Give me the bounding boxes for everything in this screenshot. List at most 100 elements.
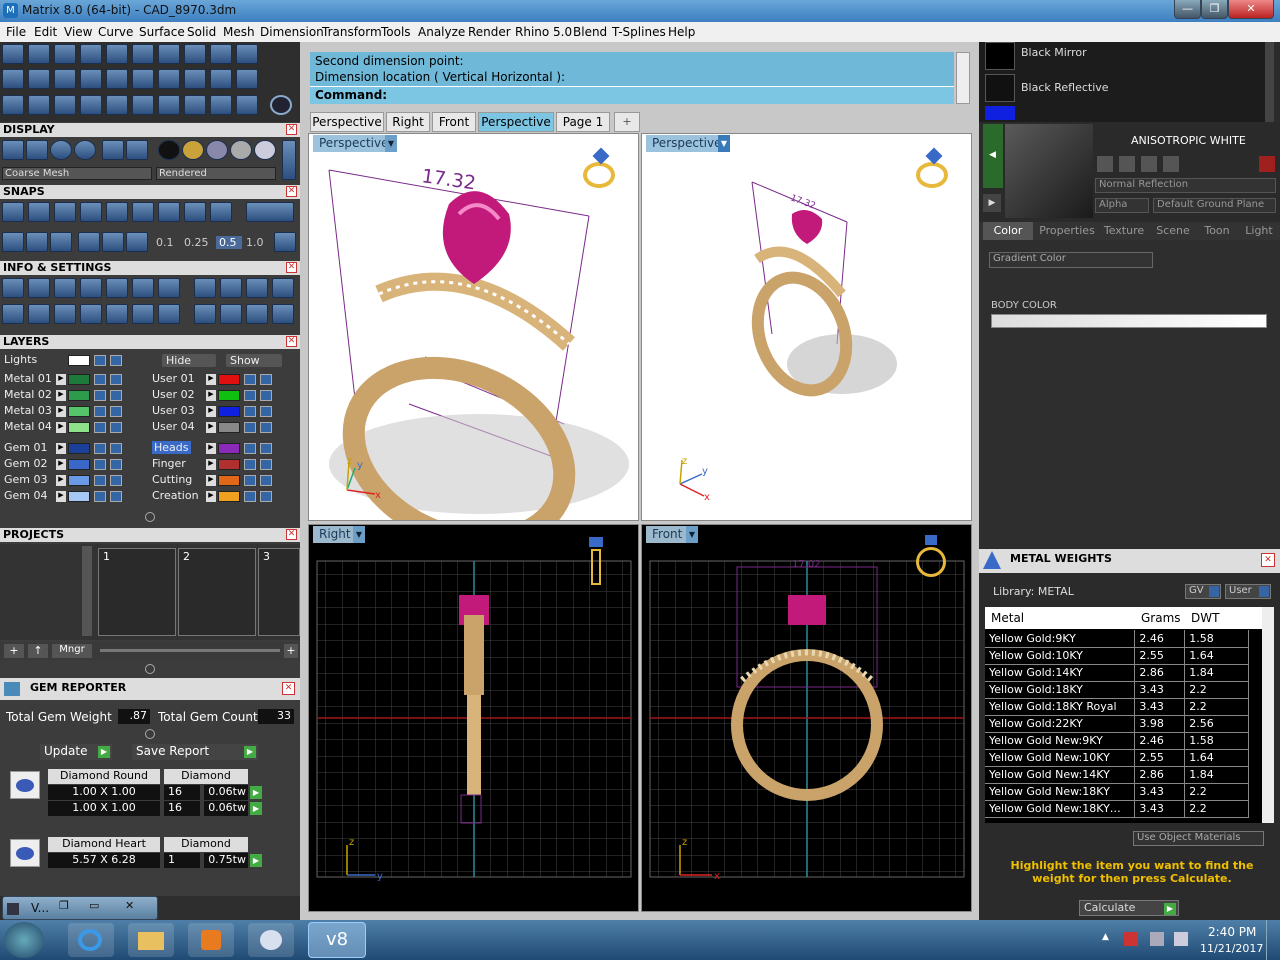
snap-value-0[interactable]: 0.1 — [156, 236, 182, 249]
expand-icon[interactable]: ▶ — [206, 390, 216, 401]
lock-icon[interactable] — [94, 422, 106, 433]
material-scrollbar[interactable] — [1265, 42, 1274, 122]
shank-tool-icon[interactable] — [54, 69, 76, 89]
export-icon[interactable] — [246, 278, 268, 298]
revolve-tool-icon[interactable] — [158, 44, 180, 64]
snap-mid-icon[interactable] — [80, 202, 102, 222]
tab-perspective[interactable]: Perspective — [310, 112, 384, 132]
gem-row[interactable]: 1.00 X 1.00 16 0.06tw ▶ — [48, 785, 262, 800]
play-icon[interactable]: ▶ — [250, 786, 262, 799]
visibility-icon[interactable] — [110, 406, 122, 417]
menu-tools[interactable]: Tools — [381, 25, 411, 39]
close-icon[interactable]: ✕ — [286, 529, 297, 540]
metal-row[interactable]: Yellow Gold:18KY 3.43 2.2 — [985, 681, 1249, 699]
projects-collapse-handle[interactable] — [145, 664, 155, 674]
gem-collapse-handle[interactable] — [145, 729, 155, 739]
tab-right[interactable]: Right — [386, 112, 430, 132]
hide-button[interactable]: Hide — [162, 354, 216, 367]
tab-scene[interactable]: Scene — [1151, 222, 1195, 240]
gold-material-icon[interactable] — [182, 140, 204, 160]
visibility-icon[interactable] — [110, 355, 122, 366]
layer-color-swatch[interactable] — [68, 491, 90, 502]
menu-blend[interactable]: Blend — [573, 25, 607, 39]
wireframe-icon[interactable] — [2, 140, 24, 160]
viewport-front[interactable]: Front ▼ 17.02 z x — [641, 524, 972, 912]
close-icon[interactable]: ✕ — [286, 186, 297, 197]
notes-icon[interactable] — [132, 278, 154, 298]
save-material-icon[interactable] — [1097, 156, 1113, 172]
project-slot-1[interactable]: 1 — [98, 548, 176, 636]
gem-tool-icon[interactable] — [2, 69, 24, 89]
layer-row[interactable]: Creation ▶ — [152, 489, 292, 504]
close-icon[interactable]: ✕ — [286, 262, 297, 273]
grid-toggle-icon[interactable] — [274, 232, 296, 252]
snap-value-3[interactable]: 1.0 — [246, 236, 272, 249]
layer-color-swatch[interactable] — [68, 459, 90, 470]
lock-icon[interactable] — [94, 390, 106, 401]
black-reflective-swatch[interactable] — [985, 74, 1015, 102]
ring-side-icon[interactable] — [587, 535, 607, 585]
expand-icon[interactable]: ▶ — [56, 491, 66, 502]
black-mirror-swatch[interactable] — [985, 42, 1015, 70]
prong-tool-icon[interactable] — [106, 69, 128, 89]
layer-row[interactable]: Gem 01 ▶ — [4, 441, 138, 456]
metal-row[interactable]: Yellow Gold New:18KY… 3.43 2.2 — [985, 800, 1249, 818]
environment-icon[interactable] — [102, 140, 124, 160]
ground-plane-select[interactable]: Default Ground Plane — [1153, 198, 1276, 213]
visibility-icon[interactable] — [260, 406, 272, 417]
white-material-icon[interactable] — [254, 140, 276, 160]
snap-perp-icon[interactable] — [158, 202, 180, 222]
snap-point-icon[interactable] — [54, 202, 76, 222]
volume-icon[interactable] — [1174, 932, 1188, 946]
explorer-icon[interactable] — [128, 923, 174, 957]
shaded-sphere-icon[interactable] — [50, 140, 72, 160]
arc-tool-icon[interactable] — [28, 95, 50, 115]
point-tool-icon[interactable] — [54, 44, 76, 64]
hatch-icon[interactable] — [78, 232, 100, 252]
expand-icon[interactable]: ▶ — [56, 390, 66, 401]
lock-icon[interactable] — [94, 443, 106, 454]
copy-material-icon[interactable] — [1119, 156, 1135, 172]
menu-edit[interactable]: Edit — [34, 25, 57, 39]
layer-row[interactable]: Metal 04 ▶ — [4, 420, 138, 435]
layer-color-swatch[interactable] — [218, 475, 240, 486]
history-icon[interactable] — [220, 278, 242, 298]
lock-icon[interactable] — [244, 374, 256, 385]
layer-row[interactable]: User 01 ▶ — [152, 372, 292, 387]
metal-row[interactable]: Yellow Gold New:9KY 2.46 1.58 — [985, 732, 1249, 750]
layer-row[interactable]: Gem 04 ▶ — [4, 489, 138, 504]
snap-value-2[interactable]: 0.5 — [216, 236, 242, 249]
expand-icon[interactable]: ▶ — [206, 491, 216, 502]
layers-icon[interactable] — [54, 278, 76, 298]
restore-icon[interactable]: ❐ — [59, 899, 69, 912]
silver-material-icon[interactable] — [230, 140, 252, 160]
cylinder-tool-icon[interactable] — [210, 44, 232, 64]
layer-color-swatch[interactable] — [68, 422, 90, 433]
gem-row[interactable]: 1.00 X 1.00 16 0.06tw ▶ — [48, 801, 262, 816]
play-icon[interactable]: ▶ — [250, 802, 262, 815]
layer-color-swatch[interactable] — [218, 422, 240, 433]
menu-solid[interactable]: Solid — [187, 25, 216, 39]
col-dwt[interactable]: DWT — [1191, 611, 1219, 625]
expand-left-icon[interactable]: ◀ — [983, 124, 1003, 188]
menu-curve[interactable]: Curve — [98, 25, 133, 39]
expand-projects-button[interactable]: + — [284, 644, 298, 658]
expand-icon[interactable]: ▶ — [206, 475, 216, 486]
layer-color-swatch[interactable] — [68, 443, 90, 454]
action-center-icon[interactable] — [1124, 932, 1138, 946]
tab-perspective-active[interactable]: Perspective — [478, 112, 554, 132]
lock-icon[interactable] — [244, 406, 256, 417]
layer-color-swatch[interactable] — [218, 459, 240, 470]
metal-row[interactable]: Yellow Gold:18KY Royal 3.43 2.2 — [985, 698, 1249, 716]
head-tool-icon[interactable] — [80, 69, 102, 89]
menu-rhino[interactable]: Rhino 5.0 — [515, 25, 572, 39]
render-mode-select[interactable]: Rendered — [156, 167, 276, 180]
import-icon[interactable] — [272, 278, 294, 298]
show-button[interactable]: Show — [226, 354, 282, 367]
layer-row[interactable]: Gem 03 ▶ — [4, 473, 138, 488]
cube-icon[interactable] — [26, 232, 48, 252]
list-icon[interactable] — [158, 304, 180, 324]
expand-icon[interactable]: ▶ — [206, 443, 216, 454]
menu-surface[interactable]: Surface — [139, 25, 185, 39]
lock-icon[interactable] — [244, 475, 256, 486]
